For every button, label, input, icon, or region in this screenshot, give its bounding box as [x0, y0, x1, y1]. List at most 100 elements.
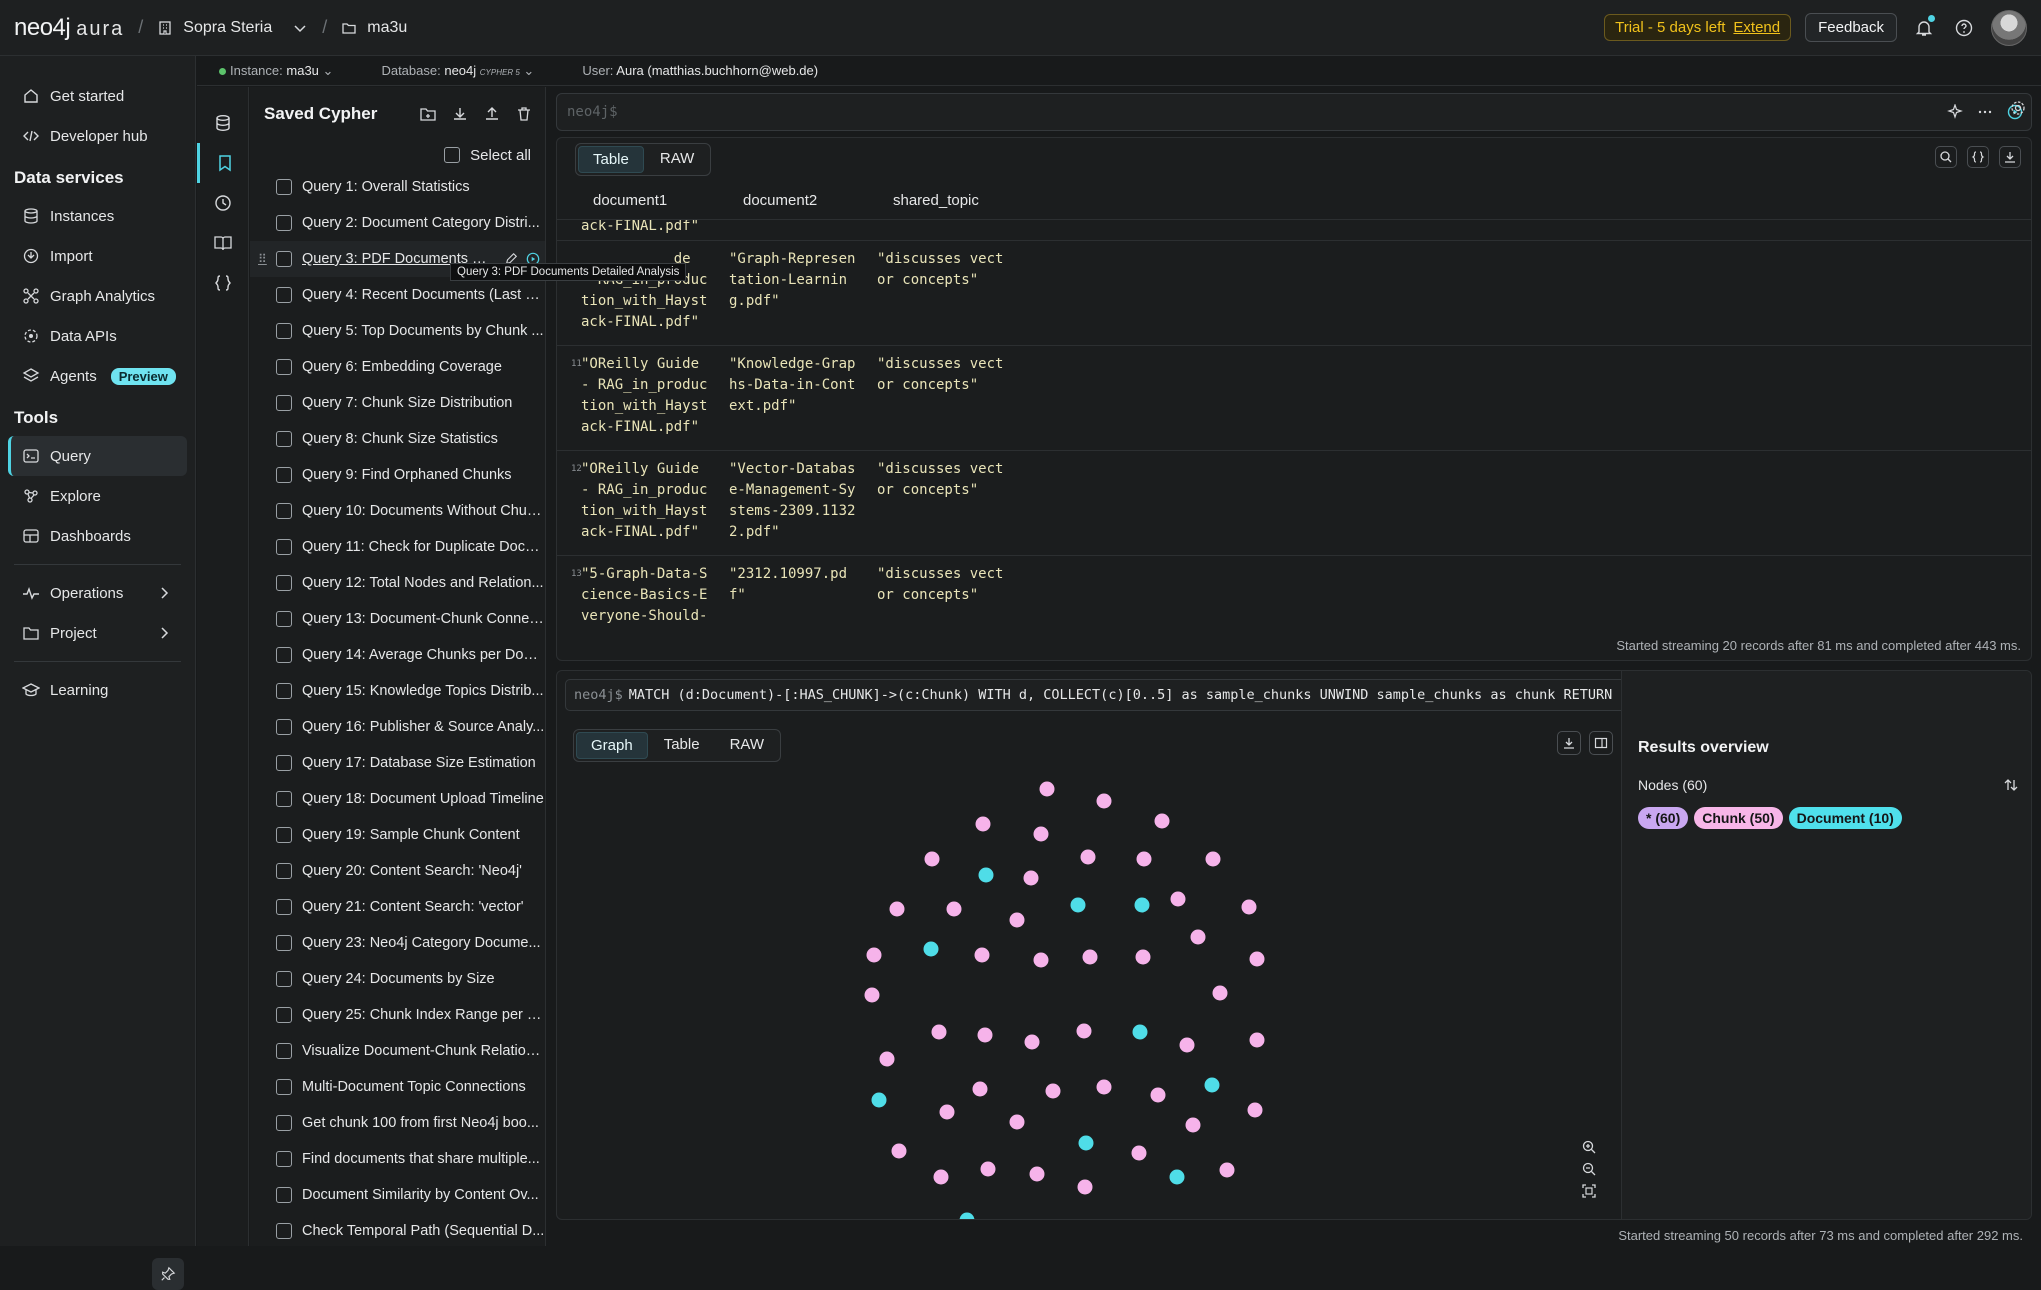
- org-switcher[interactable]: Sopra Steria: [157, 19, 308, 37]
- search-button[interactable]: [1935, 146, 1957, 168]
- download-icon[interactable]: [451, 105, 469, 123]
- chunk-node[interactable]: [1219, 1162, 1235, 1178]
- query-checkbox[interactable]: [276, 1007, 292, 1023]
- database-selector[interactable]: Database: neo4j CYPHER 5 ⌄: [381, 63, 534, 79]
- drag-handle-icon[interactable]: ⠿: [258, 252, 267, 266]
- docs-tab[interactable]: [197, 223, 249, 263]
- zoom-in-icon[interactable]: [1581, 1139, 1597, 1155]
- database-info-tab[interactable]: [197, 103, 249, 143]
- chunk-node[interactable]: [1150, 1087, 1166, 1103]
- saved-query-item[interactable]: Query 12: Total Nodes and Relation...: [250, 565, 545, 601]
- nav-data-apis[interactable]: Data APIs: [8, 316, 187, 356]
- nav-developer-hub[interactable]: Developer hub: [8, 116, 187, 156]
- tab-raw[interactable]: RAW: [716, 732, 778, 759]
- saved-query-item[interactable]: Query 9: Find Orphaned Chunks: [250, 457, 545, 493]
- chunk-node[interactable]: [975, 816, 991, 832]
- saved-query-item[interactable]: Document Similarity by Content Ov...: [250, 1177, 545, 1213]
- chunk-node[interactable]: [1023, 870, 1039, 886]
- query-checkbox[interactable]: [276, 935, 292, 951]
- chunk-node[interactable]: [939, 1104, 955, 1120]
- saved-query-item[interactable]: Query 14: Average Chunks per Docu...: [250, 637, 545, 673]
- chunk-node[interactable]: [933, 1169, 949, 1185]
- fit-to-screen-icon[interactable]: [1581, 1183, 1597, 1199]
- query-checkbox[interactable]: [276, 251, 292, 267]
- history-tab[interactable]: [197, 183, 249, 223]
- document-node[interactable]: [1169, 1169, 1185, 1185]
- nav-get-started[interactable]: Get started: [8, 76, 187, 116]
- saved-query-item[interactable]: Query 2: Document Category Distri...: [250, 205, 545, 241]
- saved-query-item[interactable]: Check Temporal Path (Sequential D...: [250, 1213, 545, 1246]
- user-avatar[interactable]: [1991, 9, 2027, 46]
- chunk-node[interactable]: [1024, 1034, 1040, 1050]
- query-checkbox[interactable]: [276, 1187, 292, 1203]
- select-all-row[interactable]: Select all: [250, 141, 545, 169]
- project-link[interactable]: ma3u: [341, 19, 407, 37]
- chunk-node[interactable]: [1082, 949, 1098, 965]
- select-all-checkbox[interactable]: [444, 147, 461, 163]
- saved-query-item[interactable]: Query 1: Overall Statistics: [250, 169, 545, 205]
- chunk-node[interactable]: [1009, 912, 1025, 928]
- query-checkbox[interactable]: [276, 971, 292, 987]
- download-button[interactable]: [1557, 731, 1581, 755]
- document-node[interactable]: [959, 1212, 975, 1220]
- chunk-node[interactable]: [972, 1081, 988, 1097]
- query-checkbox[interactable]: [276, 575, 292, 591]
- query-checkbox[interactable]: [276, 611, 292, 627]
- nav-operations[interactable]: Operations: [8, 573, 187, 613]
- chunk-node[interactable]: [1096, 793, 1112, 809]
- chunk-node[interactable]: [974, 947, 990, 963]
- zoom-out-icon[interactable]: [1581, 1161, 1597, 1177]
- saved-query-item[interactable]: Query 8: Chunk Size Statistics: [250, 421, 545, 457]
- document-node[interactable]: [923, 941, 939, 957]
- chunk-node[interactable]: [1249, 1032, 1265, 1048]
- chunk-node[interactable]: [1212, 985, 1228, 1001]
- chunk-node[interactable]: [946, 901, 962, 917]
- parameters-tab[interactable]: [197, 263, 249, 303]
- tab-raw[interactable]: RAW: [646, 146, 708, 173]
- document-node[interactable]: [1132, 1024, 1148, 1040]
- chunk-node[interactable]: [864, 987, 880, 1003]
- chunk-node[interactable]: [1033, 952, 1049, 968]
- chunk-node[interactable]: [1033, 826, 1049, 842]
- query-checkbox[interactable]: [276, 791, 292, 807]
- document-node[interactable]: [871, 1092, 887, 1108]
- query-checkbox[interactable]: [276, 503, 292, 519]
- saved-query-item[interactable]: Query 21: Content Search: 'vector': [250, 889, 545, 925]
- neo4j-aura-logo[interactable]: neo4j aura: [14, 14, 124, 42]
- query-checkbox[interactable]: [276, 359, 292, 375]
- chunk-node[interactable]: [977, 1027, 993, 1043]
- query-checkbox[interactable]: [276, 755, 292, 771]
- query-checkbox[interactable]: [276, 1151, 292, 1167]
- saved-query-item[interactable]: Find documents that share multiple...: [250, 1141, 545, 1177]
- json-button[interactable]: [1967, 146, 1989, 168]
- download-button[interactable]: [1999, 146, 2021, 168]
- query-checkbox[interactable]: [276, 1043, 292, 1059]
- saved-query-item[interactable]: Get chunk 100 from first Neo4j boo...: [250, 1105, 545, 1141]
- settings-gear-icon[interactable]: [2010, 100, 2026, 116]
- new-folder-icon[interactable]: [419, 105, 437, 123]
- query-checkbox[interactable]: [276, 1223, 292, 1239]
- nav-agents[interactable]: Agents Preview: [8, 356, 187, 396]
- document-node[interactable]: [1204, 1077, 1220, 1093]
- query-checkbox[interactable]: [276, 719, 292, 735]
- saved-query-item[interactable]: Query 17: Database Size Estimation: [250, 745, 545, 781]
- sort-icon[interactable]: [2003, 777, 2019, 793]
- chunk-node[interactable]: [1029, 1166, 1045, 1182]
- chunk-node[interactable]: [1241, 899, 1257, 915]
- saved-query-item[interactable]: Query 11: Check for Duplicate Docu...: [250, 529, 545, 565]
- chunk-node[interactable]: [1185, 1117, 1201, 1133]
- chunk-node[interactable]: [924, 851, 940, 867]
- notifications-button[interactable]: [1911, 14, 1937, 41]
- chunk-node[interactable]: [1096, 1079, 1112, 1095]
- query-checkbox[interactable]: [276, 827, 292, 843]
- chunk-node[interactable]: [1179, 1037, 1195, 1053]
- document-node[interactable]: [1078, 1135, 1094, 1151]
- query-checkbox[interactable]: [276, 539, 292, 555]
- chunk-node[interactable]: [931, 1024, 947, 1040]
- query-checkbox[interactable]: [276, 179, 292, 195]
- chunk-node[interactable]: [1039, 781, 1055, 797]
- node-label-pill[interactable]: Document (10): [1788, 807, 1902, 829]
- query-checkbox[interactable]: [276, 287, 292, 303]
- saved-query-item[interactable]: Query 25: Chunk Index Range per D...: [250, 997, 545, 1033]
- query-checkbox[interactable]: [276, 467, 292, 483]
